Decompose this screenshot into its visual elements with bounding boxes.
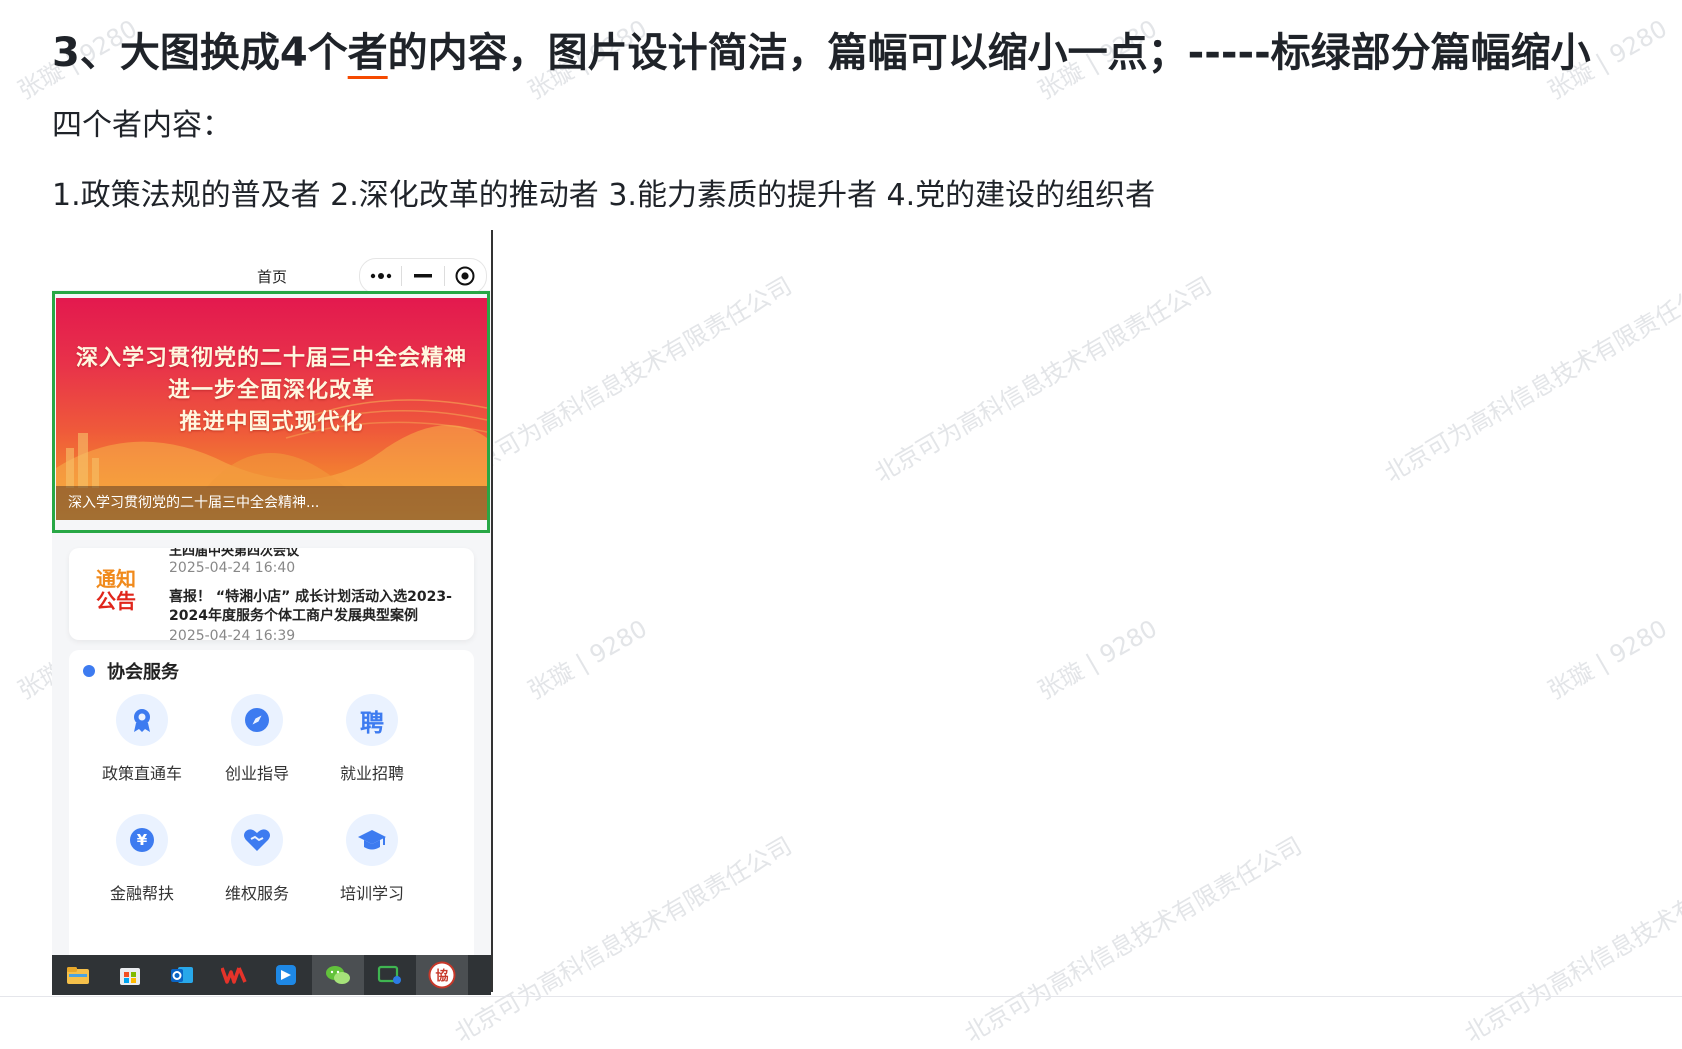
- phone-screenshot: 首页 深入学习贯彻党的二十届三中全会精神 进一步全面深化改革 推进中国式现代化 …: [52, 240, 491, 992]
- title-underlined-char: 者: [347, 30, 388, 76]
- wps-icon[interactable]: [208, 955, 260, 995]
- service-item-startup[interactable]: 创业指导: [202, 694, 312, 784]
- watermark: 北京可为高科信息技术有限责任公司: [959, 831, 1307, 1048]
- outlook-icon[interactable]: [156, 955, 208, 995]
- capsule-menu[interactable]: [359, 258, 487, 294]
- service-label: 政策直通车: [101, 764, 182, 783]
- yuan-coin-icon: ¥: [116, 814, 168, 866]
- watermark: 北京可为高科信息技术有限责任公司: [449, 831, 797, 1048]
- mini-program-navbar: 首页: [52, 240, 491, 294]
- section-dot-icon: [83, 665, 95, 677]
- graduation-cap-icon: [346, 814, 398, 866]
- watermark: 北京可为高科信息技术有限责任公司: [1379, 271, 1682, 488]
- compass-icon: [231, 694, 283, 746]
- file-explorer-icon[interactable]: [52, 955, 104, 995]
- notice-date: 2025-04-24 16:40: [169, 560, 296, 576]
- service-label: 创业指导: [224, 764, 289, 783]
- recruit-glyph: 聘: [360, 708, 384, 737]
- watermark: 北京可为高科信息技术有限责任公司: [1459, 831, 1682, 1048]
- screenshot-right-border: [491, 230, 493, 992]
- yuan-glyph: ¥: [137, 831, 148, 849]
- association-app-icon[interactable]: 協: [416, 955, 468, 995]
- notice-logo-icon: 通知 公告: [91, 568, 141, 612]
- watermark: 张璇 | 9280: [523, 614, 652, 705]
- wecom-icon[interactable]: [364, 955, 416, 995]
- feishu-icon[interactable]: [260, 955, 312, 995]
- minimize-icon[interactable]: [402, 259, 443, 293]
- association-services-panel: 协会服务 政策直通车 创业指导 聘 就业招聘 ¥ 金融帮扶 维权服务 培训学习: [69, 650, 474, 992]
- more-icon[interactable]: [360, 259, 401, 293]
- service-item-recruit[interactable]: 聘 就业招聘: [317, 694, 427, 784]
- watermark: 北京可为高科信息技术有限责任公司: [869, 271, 1217, 488]
- notice-title[interactable]: 喜报！ “特湘小店” 成长计划活动入选2023-2024年度服务个体工商户发展典…: [169, 588, 469, 626]
- notice-prev-title: 王四届中央第四次会议: [169, 548, 300, 559]
- association-glyph: 協: [435, 968, 448, 984]
- award-ribbon-icon: [116, 694, 168, 746]
- notice-card[interactable]: 通知 公告 王四届中央第四次会议 2025-04-24 16:40 喜报！ “特…: [69, 548, 474, 640]
- service-label: 培训学习: [339, 884, 404, 903]
- title-suffix: 的内容，图片设计简洁，篇幅可以缩小一点；-----标绿部分篇幅缩小: [387, 30, 1591, 76]
- service-item-rights[interactable]: 维权服务: [202, 814, 312, 904]
- store-icon[interactable]: [104, 955, 156, 995]
- watermark: 北京可为高科信息技术有限责任公司: [449, 271, 797, 488]
- handshake-heart-icon: [231, 814, 283, 866]
- document-subtitle: 四个者内容：: [52, 108, 232, 143]
- highlight-green-frame: [52, 291, 490, 533]
- title-prefix: 3、大图换成4个: [52, 30, 348, 76]
- section-title: 协会服务: [107, 662, 179, 683]
- watermark: 张璇 | 9280: [1033, 614, 1162, 705]
- notice-logo-line1: 通知: [96, 567, 136, 591]
- recruit-pin-icon: 聘: [346, 694, 398, 746]
- service-item-finance[interactable]: ¥ 金融帮扶: [87, 814, 197, 904]
- close-target-icon[interactable]: [445, 259, 486, 293]
- wechat-icon[interactable]: [312, 955, 364, 995]
- document-title: 3、大图换成4个者的内容，图片设计简洁，篇幅可以缩小一点；-----标绿部分篇幅…: [52, 20, 1591, 78]
- page-bottom-divider: [0, 996, 1682, 997]
- service-item-training[interactable]: 培训学习: [317, 814, 427, 904]
- notice-logo-line2: 公告: [96, 589, 136, 613]
- service-item-policy[interactable]: 政策直通车: [87, 694, 197, 784]
- document-items-line: 1.政策法规的普及者 2.深化改革的推动者 3.能力素质的提升者 4.党的建设的…: [52, 178, 1156, 213]
- service-label: 就业招聘: [339, 764, 404, 783]
- service-label: 维权服务: [224, 884, 289, 903]
- watermark: 张璇 | 9280: [1543, 614, 1672, 705]
- notice-date: 2025-04-24 16:39: [169, 628, 296, 640]
- section-header: 协会服务: [83, 658, 179, 684]
- windows-taskbar: 協: [52, 955, 491, 995]
- service-label: 金融帮扶: [109, 884, 174, 903]
